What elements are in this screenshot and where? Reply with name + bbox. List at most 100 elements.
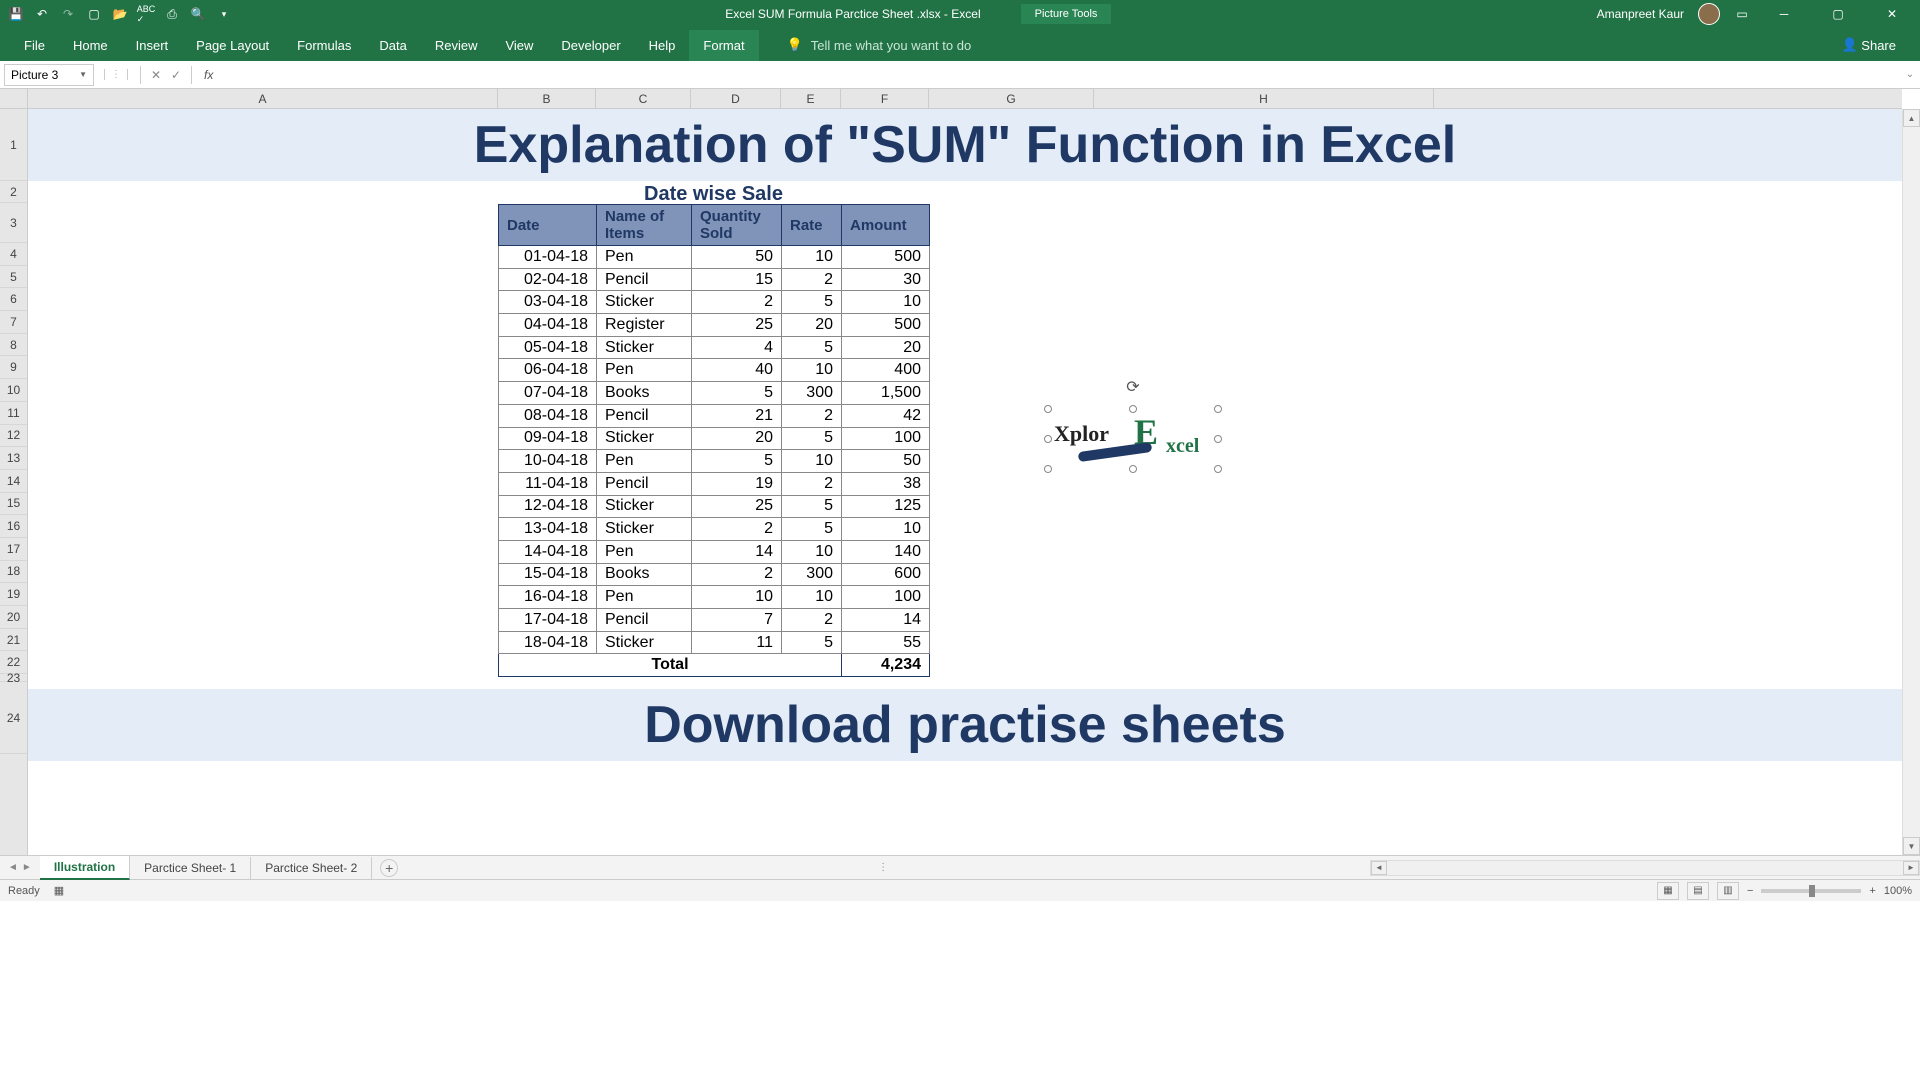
cell-rate[interactable]: 5	[782, 291, 842, 314]
cell-qty[interactable]: 10	[692, 586, 782, 609]
tab-data[interactable]: Data	[365, 30, 420, 61]
new-sheet-button[interactable]: +	[380, 859, 398, 877]
tab-nav-next-icon[interactable]: ►	[22, 862, 32, 873]
normal-view-icon[interactable]: ▦	[1657, 882, 1679, 900]
share-button[interactable]: 👤 Share	[1827, 29, 1910, 61]
tab-insert[interactable]: Insert	[122, 30, 183, 61]
cell-qty[interactable]: 2	[692, 291, 782, 314]
fx-icon[interactable]: fx	[204, 68, 213, 82]
ribbon-display-icon[interactable]: ▭	[1734, 6, 1750, 22]
menu-dots-icon[interactable]: ⋮	[111, 69, 121, 80]
tab-view[interactable]: View	[491, 30, 547, 61]
cell-rate[interactable]: 300	[782, 382, 842, 405]
cell-rate[interactable]: 5	[782, 336, 842, 359]
new-icon[interactable]: ▢	[86, 6, 102, 22]
row-header[interactable]: 1	[0, 109, 27, 181]
scroll-down-icon[interactable]: ▼	[1903, 837, 1920, 855]
user-name[interactable]: Amanpreet Kaur	[1597, 7, 1684, 21]
cell-amount[interactable]: 20	[842, 336, 930, 359]
cell-amount[interactable]: 50	[842, 450, 930, 473]
name-box[interactable]: Picture 3 ▼	[4, 64, 94, 86]
cell-item[interactable]: Sticker	[597, 427, 692, 450]
quickprint-icon[interactable]: ⎙	[164, 6, 180, 22]
cell-amount[interactable]: 100	[842, 586, 930, 609]
cell-rate[interactable]: 300	[782, 563, 842, 586]
user-avatar[interactable]	[1698, 3, 1720, 25]
cell-item[interactable]: Sticker	[597, 518, 692, 541]
row-header[interactable]: 13	[0, 447, 27, 470]
cell-rate[interactable]: 5	[782, 518, 842, 541]
cell-date[interactable]: 08-04-18	[499, 404, 597, 427]
cell-qty[interactable]: 25	[692, 495, 782, 518]
tab-file[interactable]: File	[10, 30, 59, 61]
rotate-handle-icon[interactable]: ⟳	[1126, 377, 1139, 397]
macro-record-icon[interactable]: ▦	[54, 884, 64, 897]
cell-item[interactable]: Pencil	[597, 268, 692, 291]
cell-item[interactable]: Books	[597, 382, 692, 405]
cell-qty[interactable]: 40	[692, 359, 782, 382]
formula-input[interactable]	[219, 64, 1900, 86]
cell-date[interactable]: 03-04-18	[499, 291, 597, 314]
row-header[interactable]: 12	[0, 425, 27, 448]
resize-handle[interactable]	[1044, 435, 1052, 443]
save-icon[interactable]: 💾	[8, 6, 24, 22]
cell-qty[interactable]: 20	[692, 427, 782, 450]
resize-handle[interactable]	[1214, 405, 1222, 413]
zoom-in-icon[interactable]: +	[1869, 885, 1875, 897]
qat-dropdown-icon[interactable]: ▾	[216, 6, 232, 22]
cell-date[interactable]: 18-04-18	[499, 631, 597, 654]
tab-home[interactable]: Home	[59, 30, 122, 61]
row-header[interactable]: 8	[0, 334, 27, 357]
resize-handle[interactable]	[1044, 465, 1052, 473]
cell-rate[interactable]: 2	[782, 472, 842, 495]
row-header[interactable]: 11	[0, 402, 27, 425]
cell-rate[interactable]: 10	[782, 246, 842, 269]
cell-rate[interactable]: 10	[782, 359, 842, 382]
cell-amount[interactable]: 140	[842, 540, 930, 563]
column-header[interactable]: H	[1094, 89, 1434, 108]
cell-rate[interactable]: 5	[782, 631, 842, 654]
cancel-icon[interactable]: ✕	[147, 66, 165, 84]
scroll-right-icon[interactable]: ►	[1903, 861, 1919, 875]
cell-qty[interactable]: 15	[692, 268, 782, 291]
row-header[interactable]: 15	[0, 493, 27, 516]
cell-item[interactable]: Pencil	[597, 472, 692, 495]
column-header[interactable]: C	[596, 89, 691, 108]
cell-date[interactable]: 05-04-18	[499, 336, 597, 359]
cell-item[interactable]: Sticker	[597, 336, 692, 359]
tab-nav-prev-icon[interactable]: ◄	[8, 862, 18, 873]
row-header[interactable]: 21	[0, 629, 27, 652]
cell-item[interactable]: Books	[597, 563, 692, 586]
select-all-corner[interactable]	[0, 89, 28, 109]
cell-rate[interactable]: 2	[782, 268, 842, 291]
cell-rate[interactable]: 5	[782, 427, 842, 450]
row-header[interactable]: 2	[0, 181, 27, 203]
cell-qty[interactable]: 5	[692, 382, 782, 405]
cell-qty[interactable]: 5	[692, 450, 782, 473]
resize-handle[interactable]	[1214, 435, 1222, 443]
cell-amount[interactable]: 1,500	[842, 382, 930, 405]
cell-item[interactable]: Register	[597, 314, 692, 337]
enter-icon[interactable]: ✓	[167, 66, 185, 84]
column-header[interactable]: D	[691, 89, 781, 108]
cell-date[interactable]: 01-04-18	[499, 246, 597, 269]
cell-rate[interactable]: 10	[782, 450, 842, 473]
cell-date[interactable]: 11-04-18	[499, 472, 597, 495]
cell-qty[interactable]: 2	[692, 518, 782, 541]
cell-item[interactable]: Pen	[597, 359, 692, 382]
sheet-tab-illustration[interactable]: Illustration	[40, 856, 130, 880]
column-header[interactable]: F	[841, 89, 929, 108]
cell-amount[interactable]: 38	[842, 472, 930, 495]
tab-developer[interactable]: Developer	[547, 30, 634, 61]
tell-me-search[interactable]: 💡 Tell me what you want to do	[779, 29, 980, 61]
row-header[interactable]: 17	[0, 538, 27, 561]
cell-amount[interactable]: 30	[842, 268, 930, 291]
cell-qty[interactable]: 50	[692, 246, 782, 269]
cell-rate[interactable]: 2	[782, 609, 842, 632]
cell-amount[interactable]: 500	[842, 314, 930, 337]
cell-rate[interactable]: 20	[782, 314, 842, 337]
tab-format[interactable]: Format	[689, 30, 758, 61]
cell-date[interactable]: 10-04-18	[499, 450, 597, 473]
cell-item[interactable]: Pen	[597, 450, 692, 473]
tab-page-layout[interactable]: Page Layout	[182, 30, 283, 61]
